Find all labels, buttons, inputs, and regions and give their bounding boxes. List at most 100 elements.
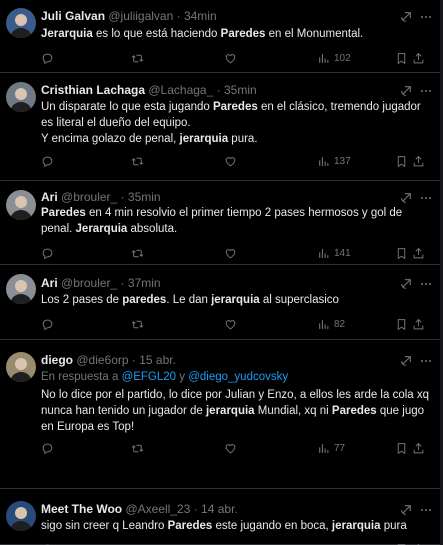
text-segment: en el Monumental. <box>265 28 364 40</box>
text-segment: en 4 min resolvio el primer tiempo 2 pas… <box>85 207 403 219</box>
retweet-button[interactable] <box>131 441 148 455</box>
reply-button[interactable] <box>41 51 58 65</box>
timestamp[interactable]: 34min <box>184 9 217 23</box>
highlighted-keyword: Jerarquia <box>75 223 128 235</box>
views-button-count: 77 <box>334 442 346 454</box>
retweet-button[interactable] <box>131 317 148 331</box>
author-name[interactable]: Cristhian Lachaga <box>41 83 145 97</box>
grok-icon[interactable] <box>400 84 413 97</box>
text-segment: Y encima golazo de penal, <box>41 133 180 145</box>
avatar[interactable] <box>6 352 36 382</box>
author-name[interactable]: Ari <box>41 190 58 204</box>
reply-icon <box>41 442 54 455</box>
timestamp[interactable]: 14 abr. <box>201 502 238 516</box>
text-segment: Los 2 pases de <box>41 294 123 306</box>
avatar[interactable] <box>6 501 36 531</box>
like-button[interactable] <box>224 441 241 455</box>
share-button[interactable] <box>412 154 425 168</box>
author-name[interactable]: diego <box>41 353 73 367</box>
avatar[interactable] <box>6 8 36 38</box>
tweet-text-line: en Europa es Top! <box>41 419 435 435</box>
more-options-icon[interactable] <box>421 193 435 203</box>
timestamp[interactable]: 35min <box>128 190 161 204</box>
more-options-icon[interactable] <box>421 86 435 96</box>
tweet[interactable]: Ari @brouler_ · 37min Los 2 pases de pare… <box>0 266 443 340</box>
more-options-icon[interactable] <box>421 279 435 289</box>
avatar[interactable] <box>6 82 36 112</box>
author-handle[interactable]: @die6orp <box>76 353 128 367</box>
reply-to-handle[interactable]: @EFGL20 <box>122 371 177 383</box>
highlighted-keyword: Paredes <box>220 28 266 40</box>
author-name[interactable]: Juli Galvan <box>41 9 105 23</box>
reply-button[interactable] <box>41 317 58 331</box>
retweet-button[interactable] <box>131 51 148 65</box>
author-handle[interactable]: @Axeell_23 <box>125 502 190 516</box>
views-button[interactable]: 77 <box>317 441 345 455</box>
text-segment: penal. <box>41 223 76 235</box>
retweet-button[interactable] <box>131 154 148 168</box>
tweet[interactable]: diego @die6orp · 15 abr. En respuesta a @… <box>0 341 443 489</box>
share-button[interactable] <box>412 317 425 331</box>
like-button[interactable] <box>224 246 241 260</box>
more-options-icon[interactable] <box>421 356 435 366</box>
text-segment: Un disparate lo que esta jugando <box>41 101 213 113</box>
more-options-icon[interactable] <box>421 12 435 22</box>
author-handle[interactable]: @juliigalvan <box>108 9 173 23</box>
like-button[interactable] <box>224 317 241 331</box>
tweet[interactable]: Ari @brouler_ · 35min Paredes en 4 min re… <box>0 182 443 265</box>
views-button[interactable]: 141 <box>317 246 351 260</box>
tweet-feed: Juli Galvan @juliigalvan · 34min Jerarqui… <box>0 0 443 545</box>
grok-icon[interactable] <box>400 354 413 367</box>
avatar[interactable] <box>6 274 36 304</box>
like-button[interactable] <box>224 154 241 168</box>
views-button[interactable]: 102 <box>317 51 351 65</box>
views-button[interactable]: 82 <box>317 317 345 331</box>
share-button[interactable] <box>412 246 425 260</box>
author-handle[interactable]: @Lachaga_ <box>148 83 213 97</box>
more-options-icon[interactable] <box>421 505 435 515</box>
retweet-icon <box>131 52 144 65</box>
reply-to-handle[interactable]: @diego_yudcovsky <box>188 371 288 383</box>
text-segment: pura <box>380 520 407 532</box>
retweet-icon <box>131 247 144 260</box>
bookmark-icon <box>395 52 408 65</box>
like-button[interactable] <box>224 51 241 65</box>
retweet-button[interactable] <box>131 246 148 260</box>
like-icon <box>224 247 237 260</box>
grok-icon[interactable] <box>400 10 413 23</box>
share-icon <box>412 52 425 65</box>
author-handle[interactable]: @brouler_ <box>61 190 117 204</box>
tweet-text: Paredes en 4 min resolvio el primer tiem… <box>41 205 435 237</box>
views-button-count: 102 <box>334 52 351 64</box>
reply-button[interactable] <box>41 154 58 168</box>
timestamp[interactable]: 37min <box>128 276 161 290</box>
bookmark-button[interactable] <box>395 317 408 331</box>
reply-button[interactable] <box>41 441 58 455</box>
views-button[interactable]: 137 <box>317 154 351 168</box>
author-name[interactable]: Meet The Woo <box>41 502 122 516</box>
grok-icon[interactable] <box>400 191 413 204</box>
bookmark-button[interactable] <box>395 154 408 168</box>
grok-icon[interactable] <box>400 277 413 290</box>
timestamp[interactable]: 15 abr. <box>139 353 176 367</box>
highlighted-keyword: Paredes <box>212 101 258 113</box>
bookmark-button[interactable] <box>395 51 408 65</box>
author-handle[interactable]: @brouler_ <box>61 276 117 290</box>
share-icon <box>412 442 425 455</box>
bookmark-button[interactable] <box>395 246 408 260</box>
reply-button[interactable] <box>41 246 58 260</box>
bookmark-button[interactable] <box>395 441 408 455</box>
grok-icon[interactable] <box>400 503 413 516</box>
timestamp[interactable]: 35min <box>224 83 257 97</box>
avatar[interactable] <box>6 190 36 220</box>
tweet[interactable]: Meet The Woo @Axeell_23 · 14 abr. sigo si… <box>0 490 443 545</box>
tweet-header: Meet The Woo @Axeell_23 · 14 abr. <box>41 502 413 517</box>
tweet[interactable]: Juli Galvan @juliigalvan · 34min Jerarqui… <box>0 0 443 73</box>
reply-icon <box>41 247 54 260</box>
share-button[interactable] <box>412 51 425 65</box>
share-button[interactable] <box>412 441 425 455</box>
tweet-text-line: Paredes en 4 min resolvio el primer tiem… <box>41 205 435 221</box>
author-name[interactable]: Ari <box>41 276 58 290</box>
views-button-count: 141 <box>334 247 351 259</box>
tweet[interactable]: Cristhian Lachaga @Lachaga_ · 35min Un di… <box>0 74 443 181</box>
